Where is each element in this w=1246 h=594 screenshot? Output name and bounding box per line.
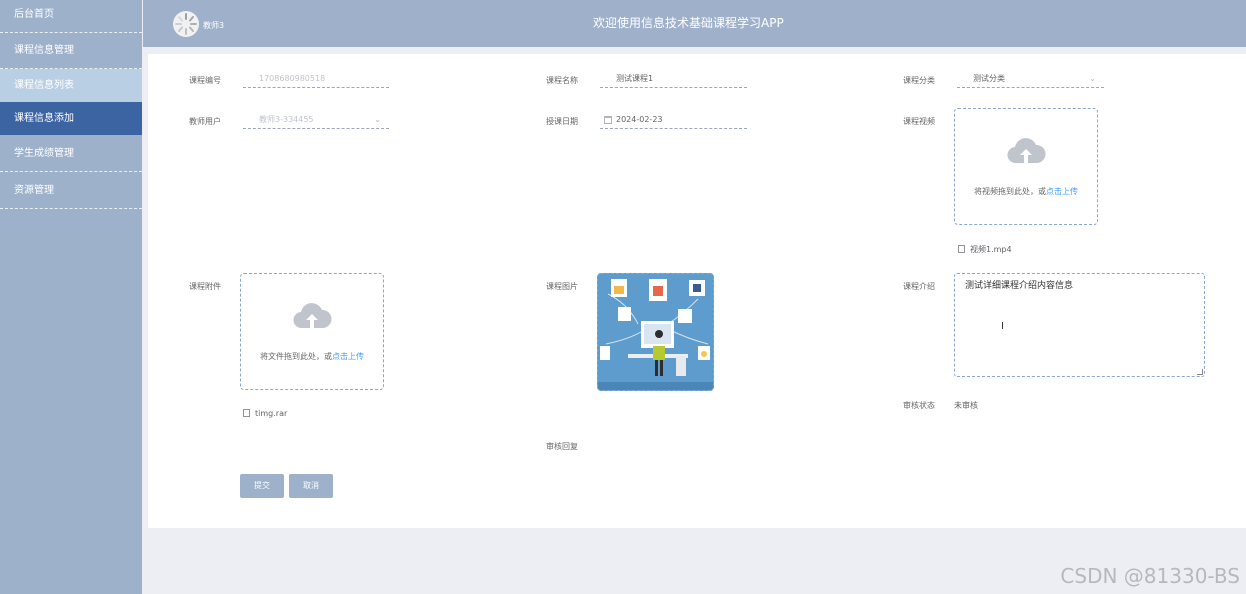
course-category-label: 课程分类 [903,76,935,85]
attachment-file-name: timg.rar [255,409,288,418]
course-name-field[interactable]: 测试课程1 [600,72,747,88]
teacher-user-label: 教师用户 [189,117,221,126]
video-upload-hint: 将视频拖到此处，或点击上传 [974,187,1078,196]
submit-button[interactable]: 提交 [240,474,284,498]
teach-date-label: 授课日期 [546,117,578,126]
resize-handle-icon[interactable] [1197,369,1203,375]
watermark: CSDN @81330-BS [1060,564,1240,588]
course-name-value: 测试课程1 [616,74,654,83]
user-name: 教师3 [203,21,225,30]
sidebar-item-resource-management[interactable]: 资源管理 [0,173,142,209]
sidebar-item-label: 课程信息添加 [14,113,74,124]
sidebar-item-course-management[interactable]: 课程信息管理 [0,33,142,69]
cancel-button[interactable]: 取消 [289,474,333,498]
course-image-label: 课程图片 [546,282,578,291]
video-file-item[interactable]: 视频1.mp4 [958,244,1012,255]
video-upload-dropzone[interactable]: 将视频拖到此处，或点击上传 [954,108,1098,225]
chevron-down-icon: ⌄ [374,115,381,124]
avatar[interactable] [173,11,199,37]
course-category-select[interactable]: 测试分类 ⌄ [957,72,1104,88]
teacher-user-value: 教师3-334455 [259,115,314,124]
course-no-value: 1708680980518 [259,74,326,83]
loading-spinner-icon [175,13,197,35]
calendar-icon [604,116,612,124]
page-title: 欢迎使用信息技术基础课程学习APP [593,16,784,30]
course-name-label: 课程名称 [546,76,578,85]
text-cursor-icon: I [1001,321,1004,332]
course-no-field[interactable]: 1708680980518 [243,72,389,88]
video-upload-link[interactable]: 点击上传 [1046,187,1078,196]
course-intro-textarea[interactable]: 测试详细课程介绍内容信息 [954,273,1205,377]
course-intro-value: 测试详细课程介绍内容信息 [965,281,1074,291]
cloud-upload-icon [1007,138,1046,164]
course-video-label: 课程视频 [903,117,935,126]
document-icon [958,245,965,253]
sidebar-item-course-list[interactable]: 课程信息列表 [0,69,142,102]
sidebar-item-score-management[interactable]: 学生成绩管理 [0,136,142,172]
sidebar-item-label: 后台首页 [14,9,54,20]
sidebar-item-course-add[interactable]: 课程信息添加 [0,102,142,135]
chevron-down-icon: ⌄ [1089,74,1096,83]
course-image-upload[interactable] [597,273,714,391]
review-reply-label: 审核回复 [546,442,578,451]
sidebar-item-label: 学生成绩管理 [14,148,74,159]
course-category-value: 测试分类 [973,74,1005,83]
course-no-label: 课程编号 [189,76,221,85]
attachment-file-item[interactable]: timg.rar [243,409,287,418]
sidebar: 后台首页 课程信息管理 课程信息列表 课程信息添加 学生成绩管理 资源管理 [0,0,142,594]
attachment-upload-dropzone[interactable]: 将文件拖到此处，或点击上传 [240,273,384,390]
review-status-label: 审核状态 [903,401,935,410]
teach-date-value: 2024-02-23 [616,115,663,124]
document-icon [243,409,250,417]
sidebar-item-label: 课程信息管理 [14,45,74,56]
course-image-thumbnail [598,274,713,390]
course-attachment-label: 课程附件 [189,282,221,291]
sidebar-item-label: 资源管理 [14,185,54,196]
sidebar-item-home[interactable]: 后台首页 [0,0,142,33]
review-status-value: 未审核 [954,401,978,410]
sidebar-item-label: 课程信息列表 [14,80,74,91]
teacher-user-select[interactable]: 教师3-334455 ⌄ [243,113,389,129]
attachment-upload-hint: 将文件拖到此处，或点击上传 [260,352,364,361]
attachment-upload-link[interactable]: 点击上传 [332,352,364,361]
teach-date-picker[interactable]: 2024-02-23 [600,113,747,129]
top-header: 教师3 欢迎使用信息技术基础课程学习APP [143,0,1246,47]
video-file-name: 视频1.mp4 [970,245,1012,254]
cloud-upload-icon [293,303,332,329]
course-intro-label: 课程介绍 [903,282,935,291]
